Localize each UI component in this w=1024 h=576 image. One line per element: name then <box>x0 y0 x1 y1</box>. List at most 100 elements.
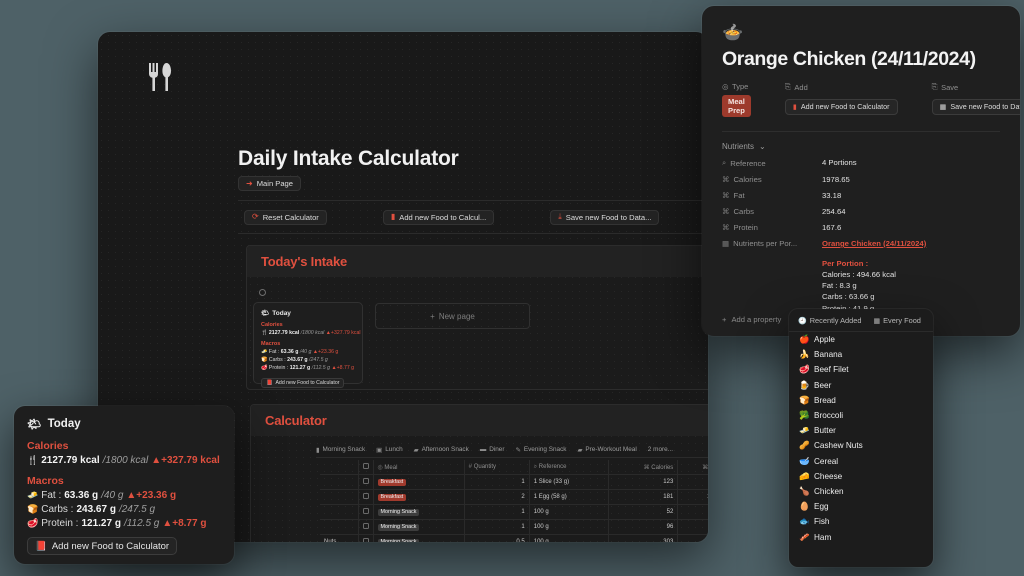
nutrient-row-carbs[interactable]: ⌘ Carbs 254.64 <box>722 207 1000 216</box>
table-row[interactable]: Morning Snack1100 g960.2221.1 <box>320 519 708 535</box>
nutrient-row-protein[interactable]: ⌘ Protein 167.6 <box>722 223 1000 232</box>
cell-fat[interactable]: 24 <box>677 534 708 542</box>
food-item-banana[interactable]: 🍌 Banana <box>789 347 933 362</box>
table-tab-lunch[interactable]: ▣ Lunch <box>376 446 402 454</box>
table-tab-evening-snack[interactable]: ✎ Evening Snack <box>515 446 566 454</box>
cell-calories[interactable]: 96 <box>608 519 679 535</box>
today-add-food-button[interactable]: 📕 Add new Food to Calculator <box>27 537 178 555</box>
cell-select[interactable] <box>358 489 374 505</box>
nutrients-toggle[interactable]: Nutrients ⌄ <box>722 142 1000 151</box>
row-checkbox[interactable] <box>362 478 369 484</box>
cell-fat[interactable]: 0.2 <box>677 504 708 520</box>
cell-quantity[interactable]: 1 <box>464 519 530 535</box>
cell-reference[interactable]: 100 g <box>529 519 610 535</box>
table-row[interactable]: Breakfast11 Slice (33 g)1234121 <box>320 474 708 490</box>
cell-meal[interactable]: Breakfast <box>373 474 465 490</box>
add-property-button[interactable]: + Add a property <box>722 302 781 336</box>
cell-food-name[interactable] <box>320 519 359 535</box>
food-item-broccoli[interactable]: 🥦 Broccoli <box>789 408 933 423</box>
property-type-value[interactable]: Meal Prep <box>722 95 751 117</box>
table-tab-afternoon-snack[interactable]: ▰ Afternoon Snack <box>414 446 469 454</box>
add-food-to-calculator-button[interactable]: ▮ Add new Food to Calculator <box>784 98 898 115</box>
nutrient-row-reference[interactable]: ⌕ Reference 4 Portions <box>722 158 1000 168</box>
cell-food-name[interactable] <box>320 474 359 490</box>
table-row[interactable]: Breakfast21 Egg (58 g)18112.81.215 <box>320 489 708 505</box>
new-page-button[interactable]: + New page <box>375 303 530 329</box>
cell-calories[interactable]: 303 <box>608 534 679 542</box>
nutrient-key: ⌘ Carbs <box>722 207 822 216</box>
cell-fat[interactable]: 12.8 <box>677 489 708 505</box>
table-tab-morning-snack[interactable]: ▮ Morning Snack <box>316 446 365 454</box>
select-all-checkbox[interactable] <box>362 463 369 469</box>
table-header-calories[interactable]: ⌘ Calories <box>608 460 679 475</box>
nutrient-row-calories[interactable]: ⌘ Calories 1978.65 <box>722 175 1000 184</box>
cell-meal[interactable]: Morning Snack <box>373 534 465 542</box>
save-food-to-database-button[interactable]: ▦ Save new Food to Database <box>931 98 1020 115</box>
food-item-butter[interactable]: 🧈 Butter <box>789 423 933 438</box>
food-item-ham[interactable]: 🥓 Ham <box>789 529 933 544</box>
table-header-name[interactable] <box>320 460 359 475</box>
main-page-button[interactable]: ➜ Main Page <box>238 176 302 191</box>
food-tab-recently-added[interactable]: 🕘 Recently Added <box>798 316 862 325</box>
table-view-tabs[interactable]: ▮ Morning Snack ▣ Lunch ▰ Afternoon Snack ▬ Din… <box>316 442 708 458</box>
mini-add-food-button[interactable]: 📕 Add new Food to Calculator <box>261 378 345 388</box>
table-header-fat[interactable]: ⌘ Fat <box>677 460 708 475</box>
cell-fat[interactable]: 4 <box>677 474 708 490</box>
cell-reference[interactable]: 100 g <box>529 504 610 520</box>
row-checkbox[interactable] <box>362 508 369 514</box>
table-tab-pre-workout-meal[interactable]: ▰ Pre-Workout Meal <box>577 446 636 454</box>
nutrient-value[interactable]: Orange Chicken (24/11/2024) <box>822 239 926 248</box>
cell-quantity[interactable]: 1 <box>464 504 530 520</box>
food-item-apple[interactable]: 🍎 Apple <box>789 332 933 347</box>
cell-quantity[interactable]: 1 <box>464 474 530 490</box>
food-item-chicken[interactable]: 🍗 Chicken <box>789 484 933 499</box>
cell-calories[interactable]: 123 <box>608 474 679 490</box>
cell-reference[interactable]: 1 Egg (58 g) <box>529 489 610 505</box>
table-tab-diner[interactable]: ▬ Diner <box>480 446 505 453</box>
cell-reference[interactable]: 100 g <box>529 534 610 542</box>
reset-calculator-button[interactable]: ⟳ Reset Calculator <box>244 209 327 225</box>
cell-select[interactable] <box>358 474 374 490</box>
nutrient-row-nutrients-per-por[interactable]: ▦ Nutrients per Por... Orange Chicken (24/… <box>722 239 1000 248</box>
cell-fat[interactable]: 0.2 <box>677 519 708 535</box>
cell-meal[interactable]: Morning Snack <box>373 504 465 520</box>
cell-quantity[interactable]: 0.5 <box>464 534 530 542</box>
row-checkbox[interactable] <box>362 523 369 529</box>
table-row[interactable]: NutsMorning Snack0.5100 g3032411.59.5 <box>320 534 708 542</box>
table-header-meal[interactable]: ◎ Meal <box>373 460 465 475</box>
food-tab-every-food[interactable]: ▦ Every Food <box>874 316 921 325</box>
food-item-cereal[interactable]: 🥣 Cereal <box>789 454 933 469</box>
cell-food-name[interactable]: Nuts <box>320 534 359 542</box>
mini-today-card[interactable]: 🌤 Today Calories 🍴 2127.79 kcal /1800 kc… <box>253 302 363 388</box>
cell-calories[interactable]: 181 <box>608 489 679 505</box>
row-checkbox[interactable] <box>362 538 369 542</box>
cell-select[interactable] <box>358 534 374 542</box>
food-item-beer[interactable]: 🍺 Beer <box>789 378 933 393</box>
nutrient-row-fat[interactable]: ⌘ Fat 33.18 <box>722 191 1000 200</box>
cell-calories[interactable]: 52 <box>608 504 679 520</box>
table-row[interactable]: Morning Snack1100 g520.2140.3 <box>320 504 708 520</box>
save-food-to-database-button[interactable]: ⤓ Save new Food to Data... <box>550 209 660 225</box>
cell-food-name[interactable] <box>320 489 359 505</box>
cell-reference[interactable]: 1 Slice (33 g) <box>529 474 610 490</box>
table-header-select[interactable] <box>358 460 374 475</box>
cell-food-name[interactable] <box>320 504 359 520</box>
food-item-fish[interactable]: 🐟 Fish <box>789 514 933 529</box>
cell-select[interactable] <box>358 504 374 520</box>
cell-quantity[interactable]: 2 <box>464 489 530 505</box>
food-item-cheese[interactable]: 🧀 Cheese <box>789 469 933 484</box>
food-item-cashew-nuts[interactable]: 🥜 Cashew Nuts <box>789 438 933 453</box>
food-item-egg[interactable]: 🥚 Egg <box>789 499 933 514</box>
add-food-to-calculator-button[interactable]: ▮ Add new Food to Calcul... <box>382 209 495 225</box>
row-checkbox[interactable] <box>362 493 369 499</box>
cell-meal[interactable]: Morning Snack <box>373 519 465 535</box>
table-tab-2-more[interactable]: 2 more... <box>648 446 673 453</box>
food-item-bread[interactable]: 🍞 Bread <box>789 393 933 408</box>
cell-meal[interactable]: Breakfast <box>373 489 465 505</box>
food-popover-tabs[interactable]: 🕘 Recently Added ▦ Every Food <box>789 309 933 332</box>
cell-select[interactable] <box>358 519 374 535</box>
table-header-quantity[interactable]: # Quantity <box>464 460 530 475</box>
food-emoji-icon: 🧈 <box>799 425 810 436</box>
food-item-beef-filet[interactable]: 🥩 Beef Filet <box>789 362 933 377</box>
table-header-reference[interactable]: ⌕ Reference <box>529 460 610 475</box>
